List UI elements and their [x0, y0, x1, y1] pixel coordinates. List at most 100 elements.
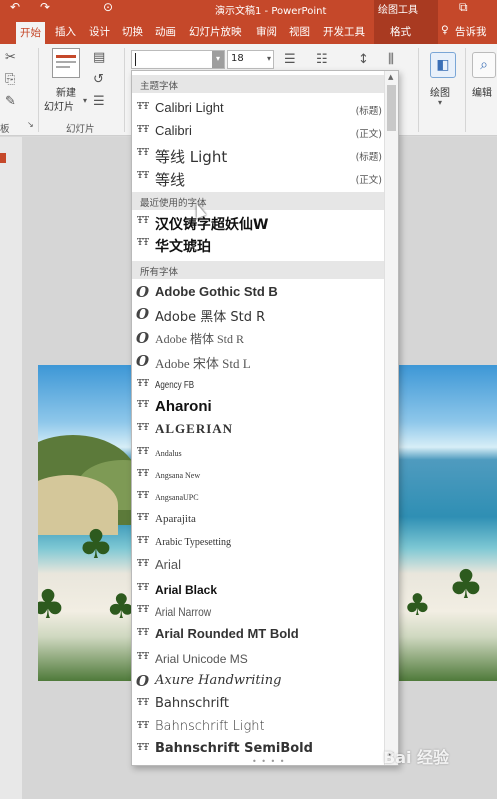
font-item-huawen-hupo[interactable]: ŦŦ 华文琥珀 [132, 234, 386, 256]
format-painter-icon[interactable]: ✎ [5, 94, 16, 109]
palm-tree-image: ♣ [404, 588, 431, 623]
font-item-aharoni[interactable]: ŦŦ Aharoni [132, 396, 386, 418]
clipboard-group-label: 板 [0, 124, 10, 135]
tab-format[interactable]: 格式 [390, 24, 411, 39]
reset-icon[interactable]: ↺ [93, 72, 104, 87]
font-name-dropdown-icon[interactable]: ▾ [212, 51, 224, 68]
clipboard-launcher-icon[interactable]: ↘ [27, 120, 34, 129]
new-slide-icon-line [56, 66, 70, 68]
font-name: Arial Rounded MT Bold [155, 626, 299, 641]
font-item-bahnschrift[interactable]: ŦŦ Bahnschrift [132, 694, 386, 716]
scroll-up-icon[interactable]: ▲ [388, 73, 393, 81]
truetype-icon: ŦŦ [137, 102, 150, 112]
font-item-bahnschrift-light[interactable]: ŦŦ Bahnschrift Light [132, 717, 386, 739]
tab-view[interactable]: 视图 [289, 24, 310, 39]
editing-label[interactable]: 编辑 [472, 84, 492, 99]
drawing-label[interactable]: 绘图 [430, 84, 450, 99]
copy-icon[interactable]: ⎘ [5, 72, 15, 87]
scrollbar-thumb[interactable] [387, 85, 396, 131]
font-item-arial[interactable]: ŦŦ Arial [132, 555, 386, 577]
bullets-icon[interactable]: ☰ [284, 52, 296, 67]
font-item-adobe-heiti[interactable]: O Adobe 黑体 Std R [132, 304, 386, 326]
truetype-icon: ŦŦ [137, 721, 150, 731]
shapes-icon[interactable]: ◧ [430, 52, 456, 78]
new-slide-dropdown-icon[interactable]: ▾ [83, 96, 87, 105]
tab-animations[interactable]: 动画 [155, 24, 176, 39]
font-item-hanyi[interactable]: ŦŦ 汉仪铸字超妖仙W [132, 212, 386, 234]
font-item-arial-unicode[interactable]: ŦŦ Arial Unicode MS [132, 648, 386, 670]
redo-icon[interactable]: ↷ [40, 0, 50, 14]
truetype-icon: ŦŦ [137, 559, 150, 569]
tab-insert[interactable]: 插入 [55, 24, 76, 39]
cut-icon[interactable]: ✂ [5, 50, 16, 65]
font-item-arabic-typesetting[interactable]: ŦŦ Arabic Typesetting [132, 532, 386, 554]
font-name: Axure Handwriting [155, 673, 282, 688]
tab-home[interactable]: 开始 [16, 22, 45, 44]
new-slide-label[interactable]: 新建 [56, 84, 76, 99]
watermark-logo: Bai 经验 [383, 748, 450, 767]
tab-developer[interactable]: 开发工具 [323, 24, 365, 39]
font-item-andalus[interactable]: ŦŦ Andalus [132, 443, 386, 465]
font-size-combo[interactable]: 18 ▾ [227, 50, 274, 69]
numbering-icon[interactable]: ☷ [316, 52, 328, 67]
restore-window-icon[interactable]: ⧉ [459, 0, 468, 15]
font-item-calibri[interactable]: ŦŦ Calibri (正文) [132, 121, 386, 143]
font-item-adobe-kaiti[interactable]: O Adobe 楷体 Std R [132, 328, 386, 350]
ribbon-separator [38, 48, 39, 132]
truetype-icon: ŦŦ [137, 216, 150, 226]
slide-thumbnail-marker[interactable] [0, 153, 6, 163]
font-name: Adobe 宋体 Std L [155, 356, 251, 371]
tell-me-box[interactable]: 告诉我 [455, 24, 487, 39]
find-icon[interactable]: ⌕ [472, 52, 496, 78]
font-name: 汉仪铸字超妖仙W [155, 217, 269, 233]
font-name: Adobe 黑体 Std R [155, 310, 266, 325]
undo-icon[interactable]: ↶ [10, 0, 20, 14]
dropdown-scrollbar[interactable]: ▲ ▼ [384, 71, 398, 765]
tab-slideshow[interactable]: 幻灯片放映 [189, 24, 242, 39]
truetype-icon: ŦŦ [137, 628, 150, 638]
opentype-icon: O [136, 305, 150, 323]
truetype-icon: ŦŦ [137, 536, 150, 546]
new-slide-icon-line [56, 61, 76, 63]
section-header-theme: 主题字体 [132, 75, 386, 93]
title-bar: ↶ ↷ ⊙ 演示文稿1 - PowerPoint 绘图工具 ⧉ [0, 0, 497, 20]
slide-thumbnail-pane[interactable] [0, 137, 22, 799]
font-item-adobe-gothic[interactable]: O Adobe Gothic Std B [132, 282, 386, 304]
layout-icon[interactable]: ▤ [93, 50, 105, 65]
quick-access-icon[interactable]: ⊙ [103, 0, 113, 14]
new-slide-label-2[interactable]: 幻灯片 [44, 98, 74, 113]
font-item-arial-black[interactable]: ŦŦ Arial Black [132, 579, 386, 601]
section-header-all: 所有字体 [132, 261, 386, 279]
font-dropdown-list[interactable]: 主题字体 ŦŦ Calibri Light (标题) ŦŦ Calibri (正… [131, 70, 399, 766]
tab-review[interactable]: 审阅 [256, 24, 277, 39]
font-size-dropdown-icon[interactable]: ▾ [267, 54, 271, 63]
truetype-icon: ŦŦ [137, 743, 150, 753]
font-item-agency-fb[interactable]: ŦŦ Agency FB [132, 375, 386, 397]
font-item-angsana-new[interactable]: ŦŦ Angsana New [132, 465, 386, 487]
font-item-dengxian[interactable]: ŦŦ 等线 (正文) [132, 167, 386, 189]
tab-transitions[interactable]: 切换 [122, 24, 143, 39]
font-item-algerian[interactable]: ŦŦ ALGERIAN [132, 419, 386, 441]
font-item-arial-rounded[interactable]: ŦŦ Arial Rounded MT Bold [132, 624, 386, 646]
tab-design[interactable]: 设计 [89, 24, 110, 39]
text-caret [135, 53, 136, 66]
font-size-value[interactable]: 18 [231, 53, 244, 64]
font-name: 等线 Light [155, 148, 228, 166]
lightbulb-icon[interactable]: ♀ [441, 24, 449, 36]
drawing-dropdown-icon[interactable]: ▾ [438, 98, 442, 107]
text-direction-icon[interactable]: ⫼ [388, 52, 394, 67]
new-slide-icon[interactable] [52, 48, 80, 78]
font-name: Bahnschrift Light [155, 719, 265, 734]
section-icon[interactable]: ☰ [93, 94, 105, 109]
font-item-adobe-songti[interactable]: O Adobe 宋体 Std L [132, 351, 386, 373]
opentype-icon: O [136, 672, 150, 690]
resize-grip-icon[interactable]: • • • • [252, 757, 286, 765]
font-item-axure-handwriting[interactable]: O Axure Handwriting [132, 671, 386, 693]
font-item-dengxian-light[interactable]: ŦŦ 等线 Light (标题) [132, 144, 386, 166]
font-item-angsanaupc[interactable]: ŦŦ AngsanaUPC [132, 487, 386, 509]
font-item-calibri-light[interactable]: ŦŦ Calibri Light (标题) [132, 98, 386, 120]
font-item-arial-narrow[interactable]: ŦŦ Arial Narrow [132, 601, 386, 623]
font-name-combo[interactable]: ▾ [131, 50, 225, 69]
line-spacing-icon[interactable]: ↕ [358, 52, 369, 67]
font-item-aparajita[interactable]: ŦŦ Aparajita [132, 509, 386, 531]
